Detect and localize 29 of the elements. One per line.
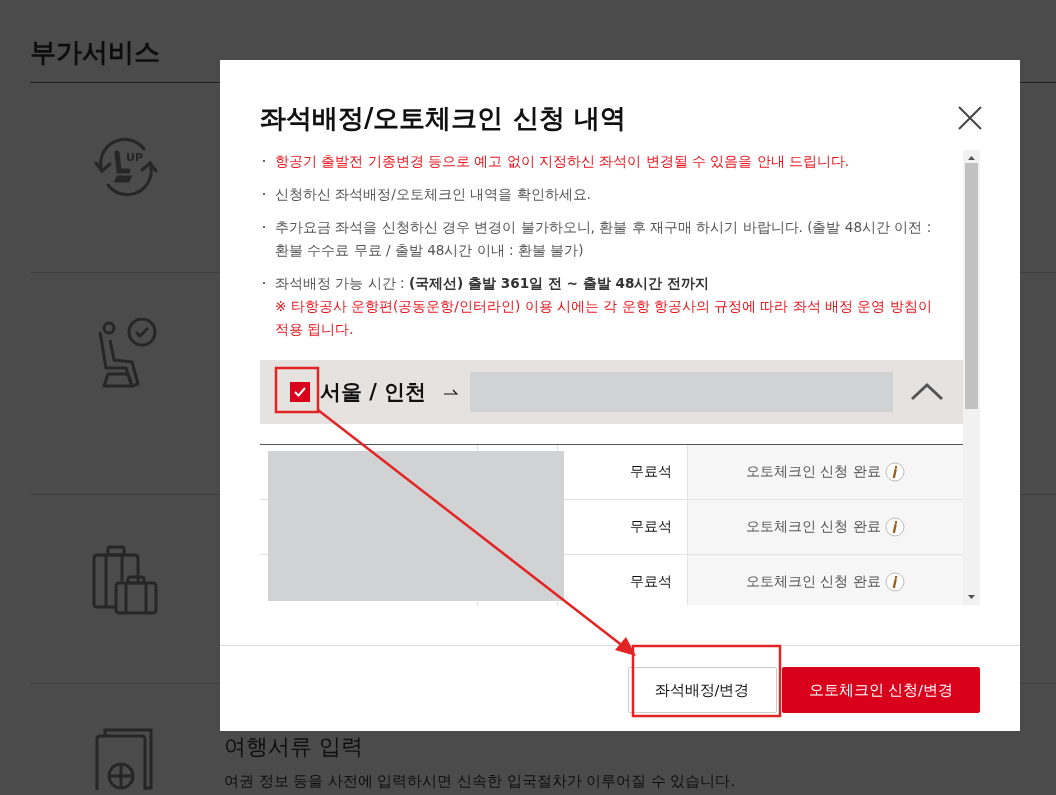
scrollbar[interactable] (963, 150, 980, 605)
service-title: 여행서류 입력 (224, 733, 364, 761)
checkbox[interactable] (290, 382, 310, 402)
route-label: 서울 / 인천 (320, 379, 427, 406)
scroll-up-icon[interactable] (968, 156, 975, 160)
status-cell: 오토체크인 신청 완료 (746, 573, 881, 591)
service-description: 여권 정보 등을 사전에 입력하시면 신속한 입국절차가 이루어질 수 있습니다. (224, 772, 736, 791)
info-icon[interactable] (884, 462, 905, 482)
status-cell: 오토체크인 신청 완료 (746, 518, 881, 536)
highlight-frame (274, 366, 320, 414)
notice-text: 좌석배정 가능 시간 : (국제선) 출발 361일 전 ~ 출발 48시간 전까지 (275, 275, 710, 291)
info-icon[interactable] (884, 572, 905, 592)
seat-type-cell: 무료석 (630, 463, 672, 481)
luggage-icon (92, 545, 160, 615)
checkmark-icon (294, 387, 306, 397)
close-icon[interactable] (956, 104, 984, 132)
auto-checkin-button[interactable]: 오토체크인 신청/변경 (781, 667, 980, 713)
seat-button[interactable]: 좌석배정/변경 (627, 667, 777, 713)
info-icon[interactable] (884, 517, 905, 537)
scroll-down-icon[interactable] (968, 595, 975, 599)
notice-text: 항공기 출발전 기종변경 등으로 예고 없이 지정하신 좌석이 변경될 수 있음을 안내 드립니다. (275, 153, 850, 169)
notice-text: 추가요금 좌석을 신청하신 경우 변경이 불가하오니, 환불 후 재구매 하시기 바랍니다. (출발 48시간 이전 : 환불 수수료 무료 / 출발 48시간 이내 : 환불 불가) (275, 219, 932, 258)
chevron-icon[interactable] (911, 382, 943, 402)
notice-note: ※ 타항공사 운항편(공동운항/인터라인) 이용 시에는 각 운항 항공사의 규정에 따라 좌석 배정 운영 방침이 적용 됩니다. (275, 297, 933, 339)
seat-type-cell: 무료석 (630, 518, 672, 536)
status-cell: 오토체크인 신청 완료 (746, 463, 881, 481)
seat-type-cell: 무료석 (630, 573, 672, 591)
notice-text: 신청하신 좌석배정/오토체크인 내역을 확인하세요. (275, 186, 591, 202)
dialog-title: 좌석배정/오토체크인 신청 내역 (260, 102, 626, 135)
